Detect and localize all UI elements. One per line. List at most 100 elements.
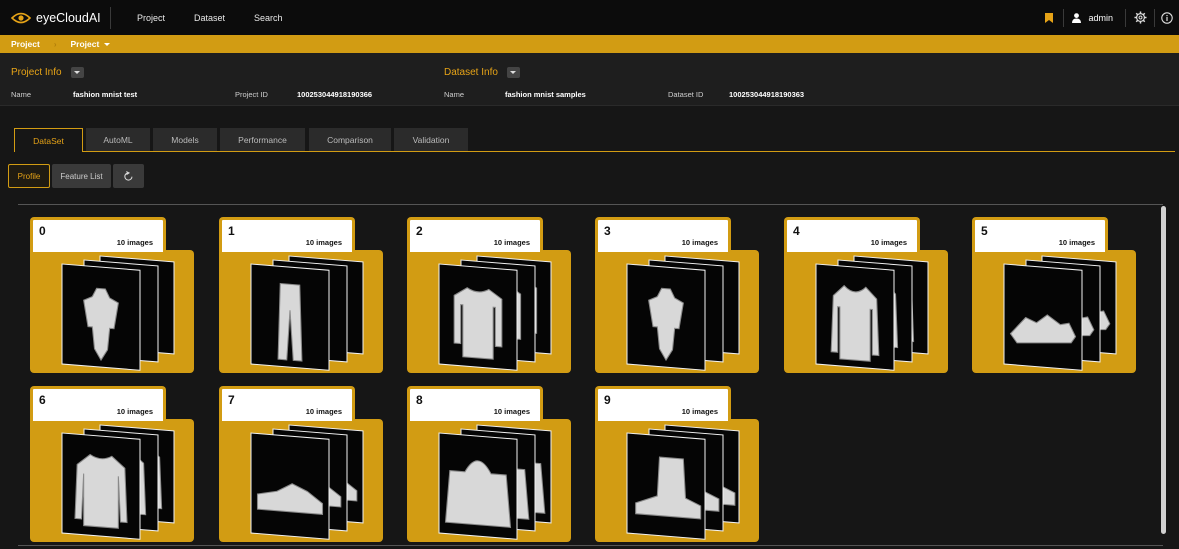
- tab-performance[interactable]: Performance: [220, 128, 305, 151]
- breadcrumb-item[interactable]: Project: [71, 39, 100, 49]
- class-card-preview: [30, 250, 194, 373]
- nav-dataset[interactable]: Dataset: [194, 13, 225, 23]
- topbar-right: admin: [1035, 0, 1179, 35]
- class-label: 5: [981, 224, 988, 238]
- dataset-id-label: Dataset ID: [668, 90, 704, 99]
- class-card-header: 2 10 images: [407, 217, 543, 252]
- class-card-2[interactable]: 2 10 images: [407, 217, 571, 373]
- scrollbar[interactable]: [1161, 206, 1166, 534]
- image-stack: [626, 255, 740, 371]
- tab-validation[interactable]: Validation: [394, 128, 468, 151]
- image-count: 10 images: [870, 238, 907, 247]
- image-frame: [626, 263, 706, 371]
- refresh-icon: [124, 170, 133, 181]
- user-icon: [1072, 12, 1082, 23]
- class-card-preview: [407, 419, 571, 542]
- nav-search[interactable]: Search: [254, 13, 283, 23]
- image-frame: [250, 263, 330, 371]
- project-name-value: fashion mnist test: [73, 90, 138, 99]
- image-stack: [61, 424, 175, 540]
- tab-comparison[interactable]: Comparison: [309, 128, 391, 151]
- class-card-6[interactable]: 6 10 images: [30, 386, 194, 542]
- class-card-header: 1 10 images: [219, 217, 355, 252]
- chevron-down-icon[interactable]: [104, 42, 111, 46]
- class-card-header: 9 10 images: [595, 386, 731, 421]
- eye-logo-icon: [11, 12, 31, 23]
- tab-dataset[interactable]: DataSet: [14, 128, 83, 152]
- class-label: 3: [604, 224, 611, 238]
- project-info-title: Project Info: [11, 67, 62, 78]
- class-card-header: 7 10 images: [219, 386, 355, 421]
- image-count: 10 images: [116, 407, 153, 416]
- image-frame: [438, 263, 518, 371]
- project-id-label: Project ID: [235, 90, 268, 99]
- class-card-preview: [407, 250, 571, 373]
- tab-underline: [14, 151, 1175, 152]
- grid-divider: [18, 545, 1163, 546]
- logo-text: eyeCloudAI: [36, 10, 101, 25]
- image-stack: [626, 424, 740, 540]
- class-card-header: 5 10 images: [972, 217, 1108, 252]
- class-card-preview: [30, 419, 194, 542]
- user-name: admin: [1088, 12, 1113, 23]
- nav-project[interactable]: Project: [137, 13, 165, 23]
- grid-divider: [18, 204, 1163, 205]
- class-card-3[interactable]: 3 10 images: [595, 217, 759, 373]
- image-count: 10 images: [681, 238, 718, 247]
- dataset-name-value: fashion mnist samples: [505, 90, 586, 99]
- feature-list-button[interactable]: Feature List: [52, 164, 111, 188]
- class-card-9[interactable]: 9 10 images: [595, 386, 759, 542]
- class-card-preview: [972, 250, 1136, 373]
- top-bar: eyeCloudAI Project Dataset Search admin: [0, 0, 1179, 35]
- image-stack: [250, 255, 364, 371]
- class-label: 7: [228, 393, 235, 407]
- chevron-down-icon: [510, 71, 517, 74]
- refresh-button[interactable]: [113, 164, 144, 188]
- class-label: 0: [39, 224, 46, 238]
- image-count: 10 images: [305, 407, 342, 416]
- class-card-preview: [784, 250, 948, 373]
- class-card-header: 3 10 images: [595, 217, 731, 252]
- project-info-toggle[interactable]: [70, 67, 84, 78]
- project-id-value: 100253044918190366: [297, 90, 373, 99]
- image-stack: [61, 255, 175, 371]
- image-count: 10 images: [681, 407, 718, 416]
- info-panel: Project Info Name fashion mnist test Pro…: [0, 53, 1179, 106]
- class-label: 6: [39, 393, 46, 407]
- class-card-4[interactable]: 4 10 images: [784, 217, 948, 373]
- class-label: 1: [228, 224, 235, 238]
- tab-models[interactable]: Models: [153, 128, 217, 151]
- logo[interactable]: eyeCloudAI: [0, 11, 110, 25]
- profile-button[interactable]: Profile: [8, 164, 50, 188]
- class-card-1[interactable]: 1 10 images: [219, 217, 383, 373]
- image-frame: [1003, 263, 1083, 371]
- image-stack: [1003, 255, 1117, 371]
- image-stack: [438, 255, 552, 371]
- image-count: 10 images: [493, 238, 530, 247]
- class-card-8[interactable]: 8 10 images: [407, 386, 571, 542]
- breadcrumb: Project › Project: [0, 35, 1179, 53]
- image-count: 10 images: [1058, 238, 1095, 247]
- dataset-name-label: Name: [444, 90, 465, 99]
- tab-automl[interactable]: AutoML: [86, 128, 150, 151]
- class-card-5[interactable]: 5 10 images: [972, 217, 1136, 373]
- class-card-preview: [219, 419, 383, 542]
- chevron-down-icon: [74, 71, 81, 74]
- breadcrumb-item[interactable]: Project: [11, 39, 40, 49]
- class-card-preview: [595, 250, 759, 373]
- class-card-header: 8 10 images: [407, 386, 543, 421]
- dataset-info-toggle[interactable]: [506, 67, 520, 78]
- dataset-id-value: 100253044918190363: [729, 90, 805, 99]
- class-card-0[interactable]: 0 10 images: [30, 217, 194, 373]
- gear-icon[interactable]: [1126, 0, 1154, 35]
- bookmark-icon[interactable]: [1035, 0, 1063, 35]
- image-stack: [438, 424, 552, 540]
- dataset-info-title: Dataset Info: [444, 67, 498, 78]
- class-label: 9: [604, 393, 611, 407]
- info-icon[interactable]: [1155, 0, 1179, 35]
- image-count: 10 images: [305, 238, 342, 247]
- class-label: 4: [793, 224, 800, 238]
- user-menu[interactable]: admin: [1064, 13, 1125, 23]
- project-info-header: Project Info: [11, 67, 84, 78]
- class-card-7[interactable]: 7 10 images: [219, 386, 383, 542]
